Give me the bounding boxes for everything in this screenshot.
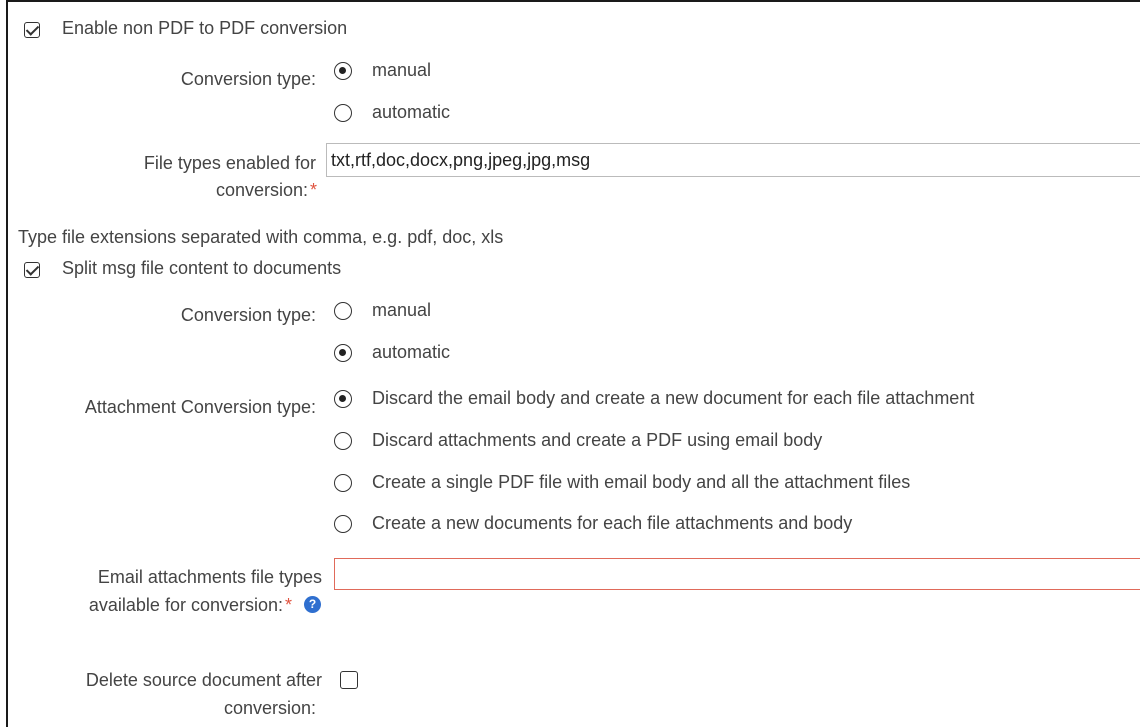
delete-source-label-line2: conversion: [223, 698, 316, 718]
form-panel [6, 0, 1140, 727]
attachment-option-new-documents-radio[interactable] [334, 515, 352, 533]
attachment-option-discard-body-label: Discard the email body and create a new … [372, 388, 975, 408]
msg-conversion-type-automatic-radio[interactable] [334, 344, 352, 362]
enable-conversion-label: Enable non PDF to PDF conversion [62, 18, 348, 38]
conversion-type-manual-label: manual [372, 60, 432, 80]
delete-source-checkbox[interactable] [340, 671, 358, 689]
required-asterisk: * [310, 180, 318, 200]
file-types-input[interactable] [326, 143, 1140, 177]
msg-conversion-type-label: Conversion type: [180, 305, 316, 325]
conversion-type-label: Conversion type: [180, 69, 316, 89]
attachment-option-single-pdf-label: Create a single PDF file with email body… [372, 472, 911, 492]
split-msg-label: Split msg file content to documents [62, 258, 342, 278]
file-types-label-line2: conversion: [215, 180, 308, 200]
required-asterisk: * [285, 595, 293, 615]
split-msg-checkbox[interactable] [24, 262, 40, 278]
attachment-option-single-pdf-radio[interactable] [334, 474, 352, 492]
conversion-type-automatic-label: automatic [372, 102, 451, 122]
delete-source-label: Delete source document after [85, 670, 322, 690]
attachment-option-discard-body-radio[interactable] [334, 390, 352, 408]
question-circle-icon[interactable]: ? [304, 596, 321, 613]
enable-conversion-checkbox[interactable] [24, 22, 40, 38]
file-types-hint: Type file extensions separated with comm… [18, 227, 504, 247]
file-types-label: File types enabled for [143, 153, 316, 173]
email-attachments-label: Email attachments file types [97, 567, 322, 587]
email-attachments-label-line2: available for conversion: [88, 595, 283, 615]
email-attachments-input[interactable] [334, 558, 1140, 590]
attachment-option-discard-attachments-radio[interactable] [334, 432, 352, 450]
attachment-option-new-documents-label: Create a new documents for each file att… [372, 513, 853, 533]
attachment-option-discard-attachments-label: Discard attachments and create a PDF usi… [372, 430, 823, 450]
msg-conversion-type-automatic-label: automatic [372, 342, 451, 362]
msg-conversion-type-manual-radio[interactable] [334, 302, 352, 320]
conversion-type-manual-radio[interactable] [334, 62, 352, 80]
attachment-conversion-label: Attachment Conversion type: [84, 397, 316, 417]
msg-conversion-type-manual-label: manual [372, 300, 432, 320]
conversion-type-automatic-radio[interactable] [334, 104, 352, 122]
